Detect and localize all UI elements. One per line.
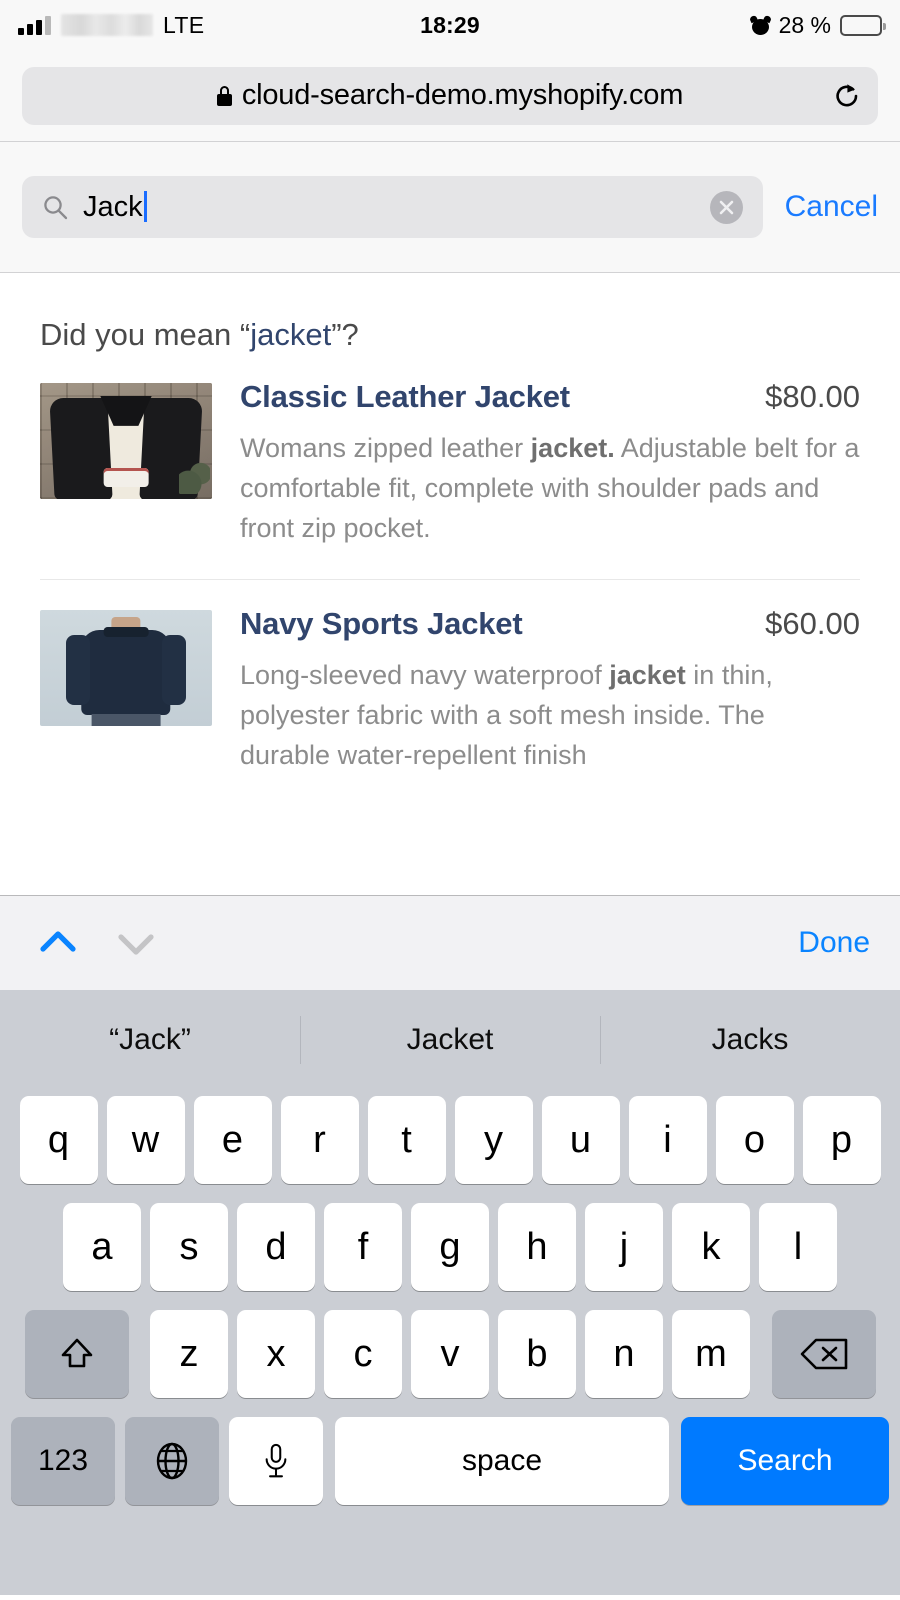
product-description: Womans zipped leather jacket. Adjustable…	[240, 429, 860, 549]
product-thumbnail[interactable]	[40, 383, 212, 499]
product-title-row: Classic Leather Jacket $80.00	[240, 379, 860, 415]
description-before: Long-sleeved navy waterproof	[240, 659, 610, 690]
numbers-key[interactable]: 123	[11, 1417, 115, 1505]
key-n[interactable]: n	[585, 1310, 663, 1398]
suggestion-alternate[interactable]: Jacks	[600, 990, 900, 1090]
keyboard-row-3: z x c v b n m	[0, 1310, 900, 1398]
search-input[interactable]: Jack	[22, 176, 763, 238]
key-j[interactable]: j	[585, 1203, 663, 1291]
key-x[interactable]: x	[237, 1310, 315, 1398]
key-f[interactable]: f	[324, 1203, 402, 1291]
on-screen-keyboard: q w e r t y u i o p a s d f g h j k l z …	[0, 1090, 900, 1595]
magnifier-icon	[42, 194, 69, 221]
key-y[interactable]: y	[454, 1096, 533, 1184]
key-i[interactable]: i	[628, 1096, 707, 1184]
shift-arrow-icon[interactable]	[24, 1310, 129, 1398]
product-title[interactable]: Navy Sports Jacket	[240, 606, 523, 642]
did-you-mean-link[interactable]: jacket	[250, 317, 331, 352]
alarm-clock-icon	[748, 14, 772, 35]
status-bar-right: 28 %	[748, 11, 886, 39]
chevron-down-icon	[108, 915, 164, 971]
clear-circle-icon[interactable]	[709, 190, 743, 224]
key-b[interactable]: b	[498, 1310, 576, 1398]
key-e[interactable]: e	[193, 1096, 272, 1184]
chevron-up-icon[interactable]	[30, 915, 86, 971]
key-a[interactable]: a	[63, 1203, 141, 1291]
result-item[interactable]: Navy Sports Jacket $60.00 Long-sleeved n…	[0, 580, 900, 776]
microphone-icon[interactable]	[229, 1417, 323, 1505]
battery-icon	[840, 14, 886, 36]
address-bar[interactable]: cloud-search-demo.myshopify.com	[22, 66, 878, 125]
result-item[interactable]: Classic Leather Jacket $80.00 Womans zip…	[0, 353, 900, 549]
product-title[interactable]: Classic Leather Jacket	[240, 379, 570, 415]
status-bar: LTE 18:29 28 %	[0, 0, 900, 50]
site-search-bar: Jack Cancel	[0, 142, 900, 273]
search-input-value: Jack	[83, 190, 143, 223]
keyboard-row-1: q w e r t y u i o p	[0, 1096, 900, 1184]
key-m[interactable]: m	[672, 1310, 750, 1398]
backspace-icon[interactable]	[771, 1310, 876, 1398]
key-c[interactable]: c	[324, 1310, 402, 1398]
keyboard-row-4: 123 space Search	[0, 1417, 900, 1505]
key-h[interactable]: h	[498, 1203, 576, 1291]
key-g[interactable]: g	[411, 1203, 489, 1291]
globe-icon[interactable]	[125, 1417, 219, 1505]
text-cursor	[143, 190, 147, 222]
predictive-suggestion-bar: “Jack” Jacket Jacks	[0, 990, 900, 1090]
key-s[interactable]: s	[150, 1203, 228, 1291]
product-info: Navy Sports Jacket $60.00 Long-sleeved n…	[240, 606, 860, 776]
address-bar-url: cloud-search-demo.myshopify.com	[241, 79, 684, 111]
key-v[interactable]: v	[411, 1310, 489, 1398]
description-match: jacket.	[530, 433, 615, 463]
key-r[interactable]: r	[280, 1096, 359, 1184]
keyboard-row-2: a s d f g h j k l	[0, 1203, 900, 1291]
browser-toolbar: cloud-search-demo.myshopify.com	[0, 50, 900, 142]
space-key[interactable]: space	[335, 1417, 669, 1505]
product-price: $60.00	[765, 605, 860, 641]
key-q[interactable]: q	[19, 1096, 98, 1184]
battery-percent-label: 28 %	[778, 11, 831, 38]
suggestion-literal[interactable]: “Jack”	[0, 990, 300, 1090]
product-description: Long-sleeved navy waterproof jacket in t…	[240, 656, 860, 776]
key-u[interactable]: u	[541, 1096, 620, 1184]
reload-icon[interactable]	[832, 81, 862, 111]
key-z[interactable]: z	[150, 1310, 228, 1398]
done-button[interactable]: Done	[798, 926, 870, 960]
key-t[interactable]: t	[367, 1096, 446, 1184]
product-title-row: Navy Sports Jacket $60.00	[240, 606, 860, 642]
product-thumbnail[interactable]	[40, 609, 212, 726]
search-key[interactable]: Search	[681, 1417, 889, 1505]
lock-icon	[216, 85, 232, 106]
keyboard-accessory-bar: Done	[0, 895, 900, 990]
description-before: Womans zipped leather	[240, 433, 531, 463]
did-you-mean-suffix: ”?	[331, 317, 359, 352]
product-info: Classic Leather Jacket $80.00 Womans zip…	[240, 379, 860, 549]
key-l[interactable]: l	[759, 1203, 837, 1291]
description-match: jacket	[609, 659, 686, 690]
key-d[interactable]: d	[237, 1203, 315, 1291]
did-you-mean-prefix: Did you mean “	[40, 317, 251, 352]
cancel-button[interactable]: Cancel	[785, 190, 878, 224]
key-w[interactable]: w	[106, 1096, 185, 1184]
product-price: $80.00	[765, 379, 860, 414]
did-you-mean: Did you mean “jacket”?	[0, 273, 900, 353]
mobile-screen: LTE 18:29 28 % cloud-search-demo.myshopi…	[0, 0, 900, 1600]
key-o[interactable]: o	[715, 1096, 794, 1184]
key-k[interactable]: k	[672, 1203, 750, 1291]
suggestion-autocorrect[interactable]: Jacket	[300, 990, 600, 1090]
key-p[interactable]: p	[802, 1096, 881, 1184]
search-results-panel: Did you mean “jacket”? Classic Leather J…	[0, 273, 900, 895]
